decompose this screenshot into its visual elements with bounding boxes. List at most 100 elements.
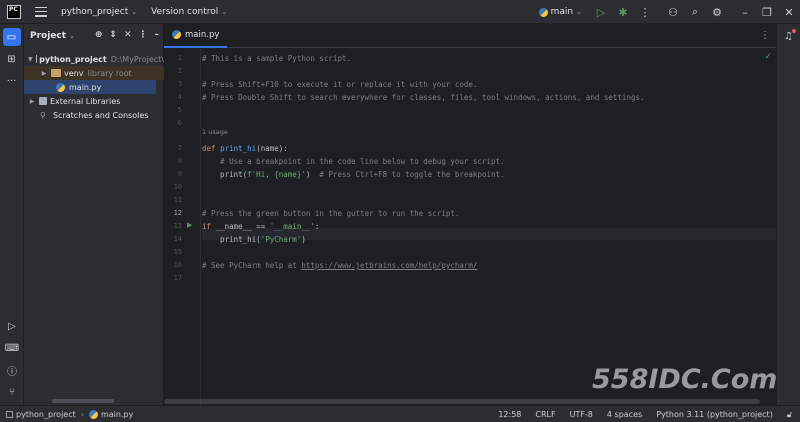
- editor-horizontal-scrollbar[interactable]: [164, 397, 776, 405]
- collapse-icon[interactable]: ✕: [124, 30, 132, 40]
- tree-item-hint: library root: [87, 68, 132, 78]
- gear-icon[interactable]: ⚙: [706, 0, 728, 24]
- project-panel-title[interactable]: Project: [30, 31, 66, 41]
- line-separator[interactable]: CRLF: [535, 410, 555, 419]
- chevron-right-icon[interactable]: ▶: [28, 98, 36, 105]
- hide-icon[interactable]: –: [155, 30, 160, 40]
- run-gutter-icon[interactable]: ▶: [187, 221, 192, 229]
- line-number: 10: [173, 183, 182, 191]
- code-line: def print_hi(name):: [202, 142, 288, 155]
- python-file-icon: [172, 30, 181, 39]
- code-text: (name):: [256, 144, 288, 153]
- line-number-gutter[interactable]: 1 2 3 4 5 6 7 8 9 10 11 12 ▶ 13 14 15 16…: [164, 49, 200, 413]
- code-area[interactable]: # This is a sample Python script. # Pres…: [202, 49, 776, 413]
- problems-icon[interactable]: ⓘ: [3, 361, 21, 379]
- code-text: __name__ ==: [215, 222, 270, 231]
- tree-item-label: python_project: [39, 54, 107, 64]
- breadcrumb-separator-icon: ›: [80, 409, 84, 419]
- line-number: 9: [177, 170, 182, 178]
- tree-item-venv[interactable]: ▶ venv library root: [24, 66, 164, 80]
- code-line: # This is a sample Python script.: [202, 54, 352, 63]
- file-encoding[interactable]: UTF-8: [570, 410, 593, 419]
- fold-divider: [200, 49, 201, 413]
- vcs-menu[interactable]: Version control ⌄: [151, 7, 227, 17]
- search-icon[interactable]: ⌕: [684, 0, 706, 24]
- code-text: :: [314, 222, 320, 231]
- library-icon: [39, 97, 47, 105]
- run-config-label: main: [550, 7, 574, 17]
- restore-icon[interactable]: ❐: [756, 0, 778, 24]
- tree-item-external-libraries[interactable]: ▶ External Libraries: [24, 94, 164, 108]
- terminal-icon[interactable]: ⌨: [3, 339, 21, 357]
- horizontal-scrollbar[interactable]: [52, 399, 114, 403]
- code-function: print_hi: [220, 144, 257, 153]
- code-string: '__main__': [269, 222, 315, 231]
- tree-item-main-py[interactable]: main.py: [24, 80, 156, 94]
- line-number: 5: [177, 106, 182, 114]
- code-string: 'PyCharm': [260, 235, 302, 244]
- lock-icon[interactable]: 🔓︎: [787, 410, 792, 420]
- project-folder-icon[interactable]: ▭: [2, 28, 21, 46]
- code-string: f'Hi, {name}': [247, 170, 306, 179]
- breadcrumb-item[interactable]: main.py: [101, 410, 133, 419]
- line-number: 1: [177, 54, 182, 62]
- pycharm-logo-icon[interactable]: PC: [7, 4, 21, 19]
- debug-icon[interactable]: ✱: [612, 0, 634, 24]
- code-text: print_hi(: [202, 235, 261, 244]
- tab-main-py[interactable]: main.py: [164, 24, 228, 48]
- tree-item-scratches[interactable]: ⚲ Scratches and Consoles: [24, 108, 164, 122]
- project-switcher[interactable]: python_project ⌄: [61, 7, 137, 17]
- more-icon[interactable]: ⋮: [760, 30, 770, 41]
- chevron-right-icon[interactable]: ▶: [40, 70, 48, 77]
- code-line: if __name__ == '__main__':: [202, 220, 319, 233]
- line-number: 13: [173, 222, 182, 230]
- code-comment: # See PyCharm help at: [202, 261, 302, 270]
- line-number: 14: [173, 235, 182, 243]
- add-user-icon[interactable]: ⚇: [662, 0, 684, 24]
- notifications-icon[interactable]: ♫: [781, 28, 797, 44]
- breadcrumb-item[interactable]: python_project: [16, 410, 76, 419]
- caret-position[interactable]: 12:58: [498, 410, 521, 419]
- indent-setting[interactable]: 4 spaces: [607, 410, 642, 419]
- more-tools-icon[interactable]: ···: [3, 72, 21, 90]
- main-menu-icon[interactable]: [35, 6, 47, 17]
- git-icon[interactable]: ⑂: [3, 383, 21, 401]
- status-bar: python_project › main.py 12:58 CRLF UTF-…: [0, 405, 800, 422]
- line-number: 2: [177, 67, 182, 75]
- code-text: print(: [202, 170, 248, 179]
- minimize-icon[interactable]: –: [734, 0, 756, 24]
- scrollbar-thumb[interactable]: [164, 399, 760, 404]
- structure-icon[interactable]: ⊞: [3, 50, 21, 68]
- left-tool-strip: ▭ ⊞ ··· ▷ ⌨ ⓘ ⑂: [0, 24, 24, 405]
- folder-icon: [51, 69, 61, 77]
- chevron-down-icon: ⌄: [576, 8, 582, 16]
- code-text: ): [301, 235, 306, 244]
- line-number: 3: [177, 80, 182, 88]
- help-link[interactable]: https://www.jetbrains.com/help/pycharm/: [301, 261, 477, 270]
- run-config-selector[interactable]: main ⌄: [538, 7, 582, 17]
- more-icon[interactable]: ⋮: [634, 0, 656, 24]
- code-line: # Press Double Shift to search everywher…: [202, 93, 645, 102]
- chevron-down-icon[interactable]: ▼: [28, 56, 33, 63]
- line-number: 4: [177, 93, 182, 101]
- tree-item-label: main.py: [69, 82, 102, 92]
- close-icon[interactable]: ✕: [778, 0, 800, 24]
- line-number: 17: [173, 274, 182, 282]
- python-console-icon[interactable]: ▷: [3, 317, 21, 335]
- usage-hint[interactable]: 1 usage: [202, 128, 228, 136]
- expand-icon[interactable]: ⇕: [109, 30, 117, 40]
- code-line: print(f'Hi, {name}') # Press Ctrl+F8 to …: [202, 168, 505, 181]
- run-icon[interactable]: ▷: [590, 0, 612, 24]
- code-line: # See PyCharm help at https://www.jetbra…: [202, 259, 477, 272]
- options-icon[interactable]: ⋮: [139, 30, 148, 40]
- locate-icon[interactable]: ⊕: [95, 30, 103, 40]
- python-file-icon: [88, 409, 98, 419]
- chevron-down-icon: ⌄: [221, 7, 228, 16]
- code-keyword: def: [202, 144, 221, 153]
- code-line: print_hi('PyCharm'): [202, 233, 306, 246]
- tree-item-project-root[interactable]: ▼ python_project D:\MyProject\: [24, 52, 164, 66]
- chevron-down-icon: ⌄: [131, 7, 138, 16]
- chevron-down-icon[interactable]: ⌄: [69, 32, 75, 40]
- python-interpreter[interactable]: Python 3.11 (python_project): [656, 410, 773, 419]
- inspection-ok-icon[interactable]: ✓: [764, 52, 772, 62]
